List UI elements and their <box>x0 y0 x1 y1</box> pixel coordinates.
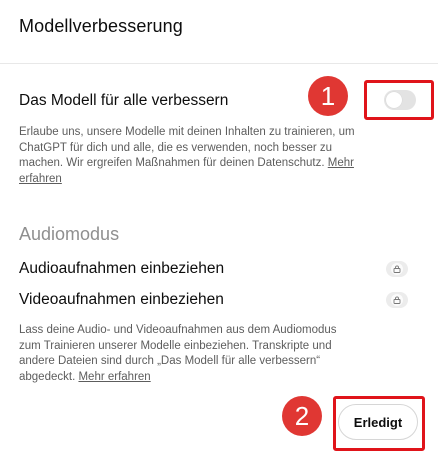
improve-desc-line: ChatGPT für dich und alle, die es verwen… <box>19 141 333 154</box>
audio-recordings-toggle-locked[interactable] <box>386 261 408 277</box>
lock-icon <box>393 296 401 304</box>
annotation-highlight-done <box>333 396 425 451</box>
audio-desc-line: andere Dateien sind durch „Das Modell fü… <box>19 355 321 367</box>
audio-desc-line: zum Trainieren unserer Modelle einbezieh… <box>19 339 332 352</box>
video-recordings-toggle-locked[interactable] <box>386 292 408 308</box>
divider <box>0 63 438 64</box>
improve-desc-line: machen. Wir ergreifen Maßnahmen für dein… <box>19 157 325 169</box>
annotation-highlight-toggle <box>364 80 434 120</box>
learn-more-link[interactable]: Mehr erfahren <box>78 371 150 383</box>
video-recordings-label: Videoaufnahmen einbeziehen <box>19 291 224 308</box>
dialog-title: Modellverbesserung <box>19 16 183 36</box>
learn-more-link-part1[interactable]: Mehr <box>328 157 354 169</box>
toggle-knob <box>391 294 403 306</box>
audio-recordings-label: Audioaufnahmen einbeziehen <box>19 260 225 277</box>
toggle-knob <box>391 263 403 275</box>
annotation-badge-1: 1 <box>308 76 348 116</box>
improve-model-description: Erlaube uns, unsere Modelle mit deinen I… <box>19 125 399 187</box>
audio-description: Lass deine Audio- und Videoaufnahmen aus… <box>19 323 399 385</box>
annotation-badge-2: 2 <box>282 396 322 436</box>
improve-desc-line: Erlaube uns, unsere Modelle mit deinen I… <box>19 126 355 138</box>
learn-more-link-part2[interactable]: erfahren <box>19 173 62 185</box>
audio-desc-line: Lass deine Audio- und Videoaufnahmen aus… <box>19 324 337 336</box>
lock-icon <box>393 265 401 273</box>
audio-section-heading: Audiomodus <box>19 224 120 244</box>
audio-desc-line: abgedeckt. <box>19 370 76 383</box>
improve-model-label: Das Modell für alle verbessern <box>19 92 229 109</box>
